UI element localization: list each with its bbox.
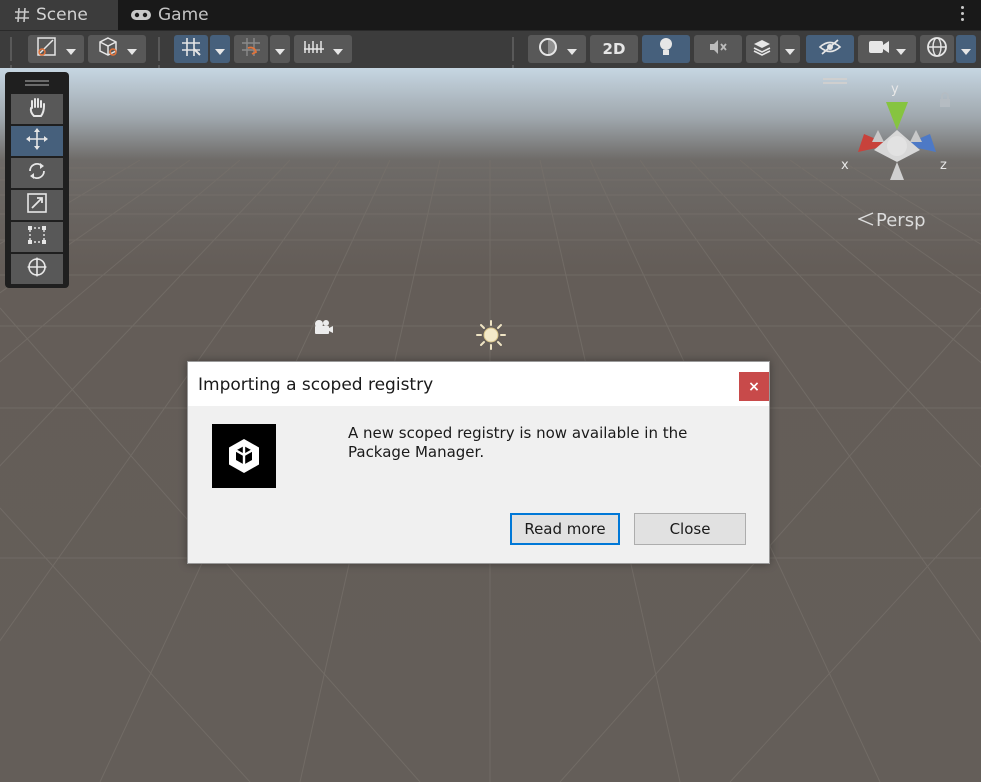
close-button[interactable]: Close — [634, 513, 746, 545]
hand-tool-button[interactable] — [11, 94, 63, 124]
effects-button[interactable] — [746, 35, 778, 63]
gamepad-icon — [130, 8, 152, 22]
dialog-titlebar[interactable]: Importing a scoped registry × — [188, 362, 769, 406]
scale-tool-button[interactable] — [11, 190, 63, 220]
render-mode-button[interactable] — [528, 35, 586, 63]
gizmos-button[interactable] — [920, 35, 954, 63]
dialog-title: Importing a scoped registry — [198, 375, 434, 395]
chevron-down-icon — [896, 40, 906, 59]
ruler-icon — [303, 37, 325, 61]
tool-palette — [5, 72, 69, 288]
axis-y-label: y — [891, 82, 899, 97]
scale-icon — [26, 192, 48, 218]
increment-snap-button[interactable] — [234, 35, 268, 63]
orientation-gizmo[interactable]: y x z — [838, 80, 958, 190]
grid-snapping-button[interactable] — [174, 35, 208, 63]
chevron-down-icon — [785, 40, 795, 59]
toolbar-grip[interactable] — [158, 37, 164, 89]
chevron-down-icon — [333, 40, 343, 59]
tab-scene-label: Scene — [36, 5, 88, 25]
gizmos-dropdown[interactable] — [956, 35, 976, 63]
axis-z-label: z — [940, 158, 947, 173]
axis-x-label: x — [841, 158, 849, 173]
toolbar-grip[interactable] — [512, 37, 518, 89]
increment-snap-dropdown[interactable] — [270, 35, 290, 63]
hash-icon — [14, 7, 30, 23]
layers-icon — [752, 37, 772, 61]
dialog-close-button[interactable]: × — [739, 372, 769, 401]
dialog-message: A new scoped registry is now available i… — [348, 424, 688, 461]
rect-transform-icon — [26, 224, 48, 250]
lightbulb-icon — [657, 36, 675, 62]
scene-visibility-button[interactable] — [806, 35, 854, 63]
effects-dropdown[interactable] — [780, 35, 800, 63]
scoped-registry-dialog: Importing a scoped registry × A new scop… — [187, 361, 770, 564]
transform-icon — [25, 255, 49, 283]
projection-label: Persp — [876, 210, 926, 231]
camera-gizmo-icon[interactable] — [312, 318, 334, 340]
chevron-down-icon — [66, 40, 76, 59]
tab-bar: Scene Game — [0, 0, 981, 30]
scene-toolbar: 2D — [0, 30, 981, 89]
palette-grip[interactable] — [25, 80, 49, 88]
close-icon: × — [748, 378, 760, 395]
chevron-down-icon — [961, 40, 971, 59]
audio-toggle-button[interactable] — [694, 35, 742, 63]
unity-logo — [212, 424, 276, 488]
read-more-button[interactable]: Read more — [510, 513, 620, 545]
toggle-2d-button[interactable]: 2D — [590, 35, 638, 63]
rect-tool-button[interactable] — [11, 222, 63, 252]
camera-settings-button[interactable] — [858, 35, 916, 63]
draw-mode-icon — [36, 36, 58, 62]
chevron-down-icon — [275, 40, 285, 59]
hand-icon — [26, 96, 48, 122]
rotate-tool-button[interactable] — [11, 158, 63, 188]
eye-hidden-icon — [818, 38, 842, 60]
chevron-down-icon — [127, 40, 137, 59]
grid-snap-icon — [180, 36, 202, 62]
sphere-icon — [537, 36, 559, 62]
rotate-icon — [26, 160, 48, 186]
transform-tool-button[interactable] — [11, 254, 63, 284]
move-tool-button[interactable] — [11, 126, 63, 156]
perspective-icon — [857, 210, 874, 231]
grid-snapping-dropdown[interactable] — [210, 35, 230, 63]
snap-increment-icon — [240, 36, 262, 62]
lighting-toggle-button[interactable] — [642, 35, 690, 63]
cube-icon — [97, 36, 119, 62]
chevron-down-icon — [567, 40, 577, 59]
projection-toggle[interactable]: Persp — [857, 210, 926, 231]
tab-game-label: Game — [158, 5, 209, 25]
move-arrows-icon — [25, 127, 49, 155]
directional-light-icon[interactable] — [476, 320, 506, 354]
toolbar-grip[interactable] — [10, 37, 16, 89]
more-options-icon[interactable] — [961, 6, 965, 24]
toggle-2d-label: 2D — [602, 40, 626, 58]
speaker-muted-icon — [707, 37, 729, 61]
tab-scene[interactable]: Scene — [0, 0, 118, 30]
tab-game[interactable]: Game — [130, 0, 230, 30]
chevron-down-icon — [215, 40, 225, 59]
draw-mode-button[interactable] — [28, 35, 84, 63]
ruler-button[interactable] — [294, 35, 352, 63]
gizmo-sphere-icon — [926, 36, 948, 62]
shading-mode-button[interactable] — [88, 35, 146, 63]
video-camera-icon — [868, 39, 890, 59]
